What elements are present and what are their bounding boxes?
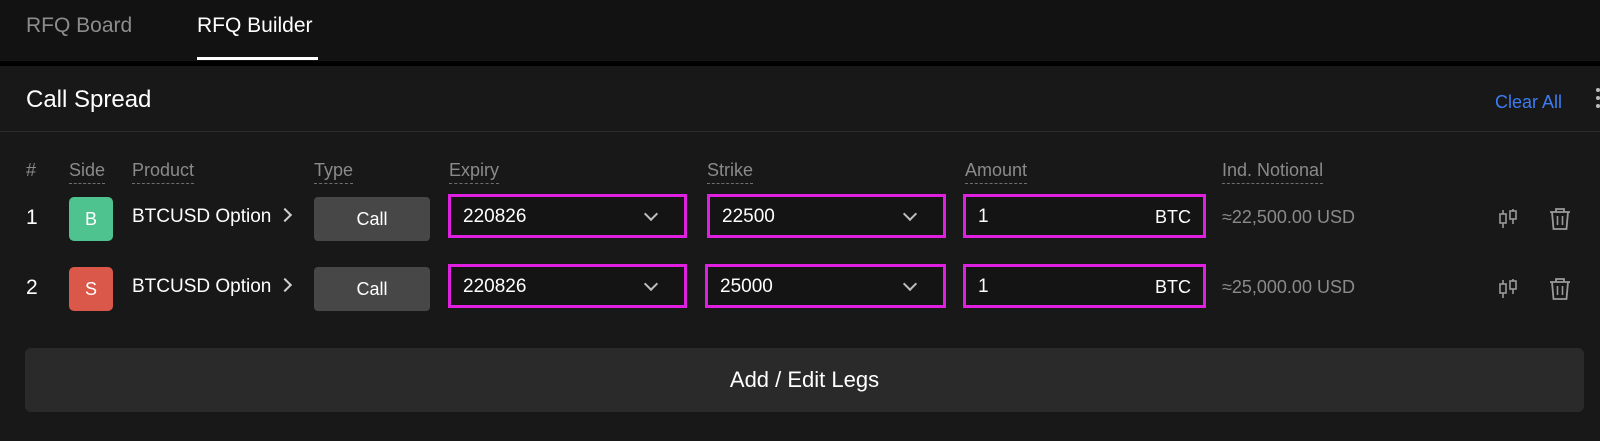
column-header-notional: Ind. Notional bbox=[1222, 160, 1324, 184]
amount-value: 1 bbox=[978, 206, 989, 227]
column-header-amount: Amount bbox=[965, 160, 1028, 184]
candlestick-chart-icon[interactable] bbox=[1495, 276, 1521, 302]
tab-rfq-builder[interactable]: RFQ Builder bbox=[197, 14, 313, 38]
strike-select[interactable]: 25000 bbox=[705, 264, 946, 308]
chevron-down-icon bbox=[902, 276, 918, 292]
indicative-notional: ≈22,500.00 USD bbox=[1222, 207, 1355, 227]
tab-rfq-board[interactable]: RFQ Board bbox=[26, 14, 132, 38]
amount-unit: BTC bbox=[1155, 277, 1191, 297]
chevron-right-icon bbox=[278, 277, 293, 293]
chevron-down-icon bbox=[643, 206, 659, 222]
panel-title: Call Spread bbox=[26, 86, 152, 113]
product-selector[interactable]: BTCUSD Option bbox=[132, 276, 293, 298]
column-header-product: Product bbox=[132, 160, 195, 184]
indicative-notional: ≈25,000.00 USD bbox=[1222, 277, 1355, 297]
type-button[interactable]: Call bbox=[314, 197, 430, 241]
chevron-down-icon bbox=[902, 206, 918, 222]
amount-value: 1 bbox=[978, 276, 989, 297]
candlestick-chart-icon[interactable] bbox=[1495, 206, 1521, 232]
trash-icon[interactable] bbox=[1547, 276, 1573, 302]
strike-value: 25000 bbox=[720, 276, 773, 297]
leg-index: 2 bbox=[26, 276, 38, 299]
tab-bar: RFQ Board RFQ Builder bbox=[0, 0, 1600, 60]
clear-all-button[interactable]: Clear All bbox=[1495, 92, 1562, 113]
amount-input[interactable]: 1 BTC bbox=[963, 264, 1206, 308]
panel-divider bbox=[0, 131, 1600, 132]
amount-unit: BTC bbox=[1155, 207, 1191, 227]
product-selector[interactable]: BTCUSD Option bbox=[132, 206, 293, 228]
trash-icon[interactable] bbox=[1547, 206, 1573, 232]
column-header-type: Type bbox=[314, 160, 354, 184]
leg-row: 1 B BTCUSD Option Call 220826 22500 1 BT… bbox=[0, 194, 1600, 244]
chevron-right-icon bbox=[278, 207, 293, 223]
more-options-icon[interactable] bbox=[1592, 84, 1600, 110]
expiry-select[interactable]: 220826 bbox=[448, 264, 687, 308]
amount-input[interactable]: 1 BTC bbox=[963, 194, 1206, 238]
expiry-value: 220826 bbox=[463, 276, 527, 297]
add-edit-legs-button[interactable]: Add / Edit Legs bbox=[25, 348, 1584, 412]
product-label: BTCUSD Option bbox=[132, 276, 272, 297]
chevron-down-icon bbox=[643, 276, 659, 292]
leg-index: 1 bbox=[26, 206, 38, 229]
strike-select[interactable]: 22500 bbox=[707, 194, 946, 238]
active-tab-indicator bbox=[197, 57, 318, 60]
column-header-side: Side bbox=[69, 160, 106, 184]
rfq-builder-panel: Call Spread Clear All # Side Product Typ… bbox=[0, 66, 1600, 441]
type-button[interactable]: Call bbox=[314, 267, 430, 311]
side-badge-sell[interactable]: S bbox=[69, 267, 113, 311]
expiry-value: 220826 bbox=[463, 206, 527, 227]
column-header-expiry: Expiry bbox=[449, 160, 500, 184]
column-header-index: # bbox=[26, 160, 37, 180]
side-badge-buy[interactable]: B bbox=[69, 197, 113, 241]
product-label: BTCUSD Option bbox=[132, 206, 272, 227]
column-header-strike: Strike bbox=[707, 160, 754, 184]
leg-row: 2 S BTCUSD Option Call 220826 25000 1 BT… bbox=[0, 264, 1600, 314]
expiry-select[interactable]: 220826 bbox=[448, 194, 687, 238]
strike-value: 22500 bbox=[722, 206, 775, 227]
